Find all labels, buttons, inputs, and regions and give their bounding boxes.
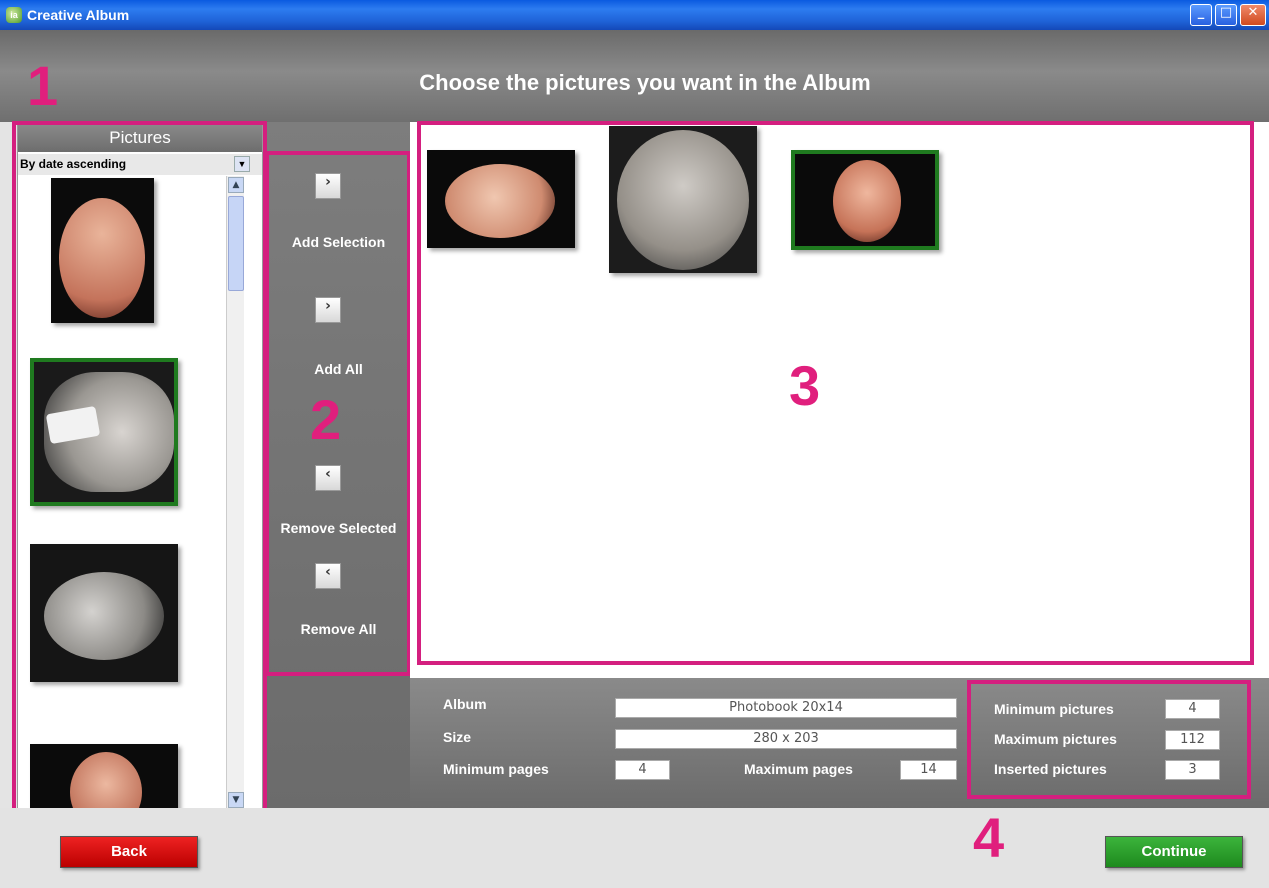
picture-thumbnail[interactable] <box>30 744 178 809</box>
album-value: Photobook 20x14 <box>615 698 957 718</box>
album-label: Album <box>443 696 487 712</box>
creative-album-window: ia Creative Album _ □ ✕ Choose the pictu… <box>0 0 1269 888</box>
chevron-down-icon[interactable]: ▼ <box>234 156 250 172</box>
page-title: Choose the pictures you want in the Albu… <box>419 70 871 95</box>
album-picture-thumbnail-selected[interactable] <box>791 150 939 250</box>
header-bar: Choose the pictures you want in the Albu… <box>0 30 1269 122</box>
close-button[interactable]: ✕ <box>1240 4 1266 26</box>
maximum-pages-label: Maximum pages <box>744 761 853 777</box>
maximum-pictures-label: Maximum pictures <box>994 731 1117 747</box>
album-info-bar: Album Photobook 20x14 Size 280 x 203 Min… <box>410 678 1269 808</box>
album-picture-thumbnail[interactable] <box>609 126 757 273</box>
title-bar[interactable]: ia Creative Album _ □ ✕ <box>0 0 1269 30</box>
remove-selected-button[interactable]: ‹ <box>315 465 341 491</box>
pictures-header: Pictures <box>18 124 262 152</box>
remove-selected-label: Remove Selected <box>280 520 397 536</box>
minimum-pages-label: Minimum pages <box>443 761 549 777</box>
maximum-pictures-value: 112 <box>1165 730 1220 750</box>
inserted-pictures-label: Inserted pictures <box>994 761 1107 777</box>
remove-all-label: Remove All <box>300 621 377 637</box>
scroll-down-icon[interactable]: ▼ <box>228 792 244 808</box>
window-title: Creative Album <box>27 7 130 23</box>
album-pictures-area[interactable] <box>410 122 1269 678</box>
sort-order-dropdown[interactable]: By date ascending ▼ <box>18 154 262 175</box>
pictures-panel: Pictures By date ascending ▼ ▲ ▼ <box>17 123 263 810</box>
scroll-up-icon[interactable]: ▲ <box>228 177 244 193</box>
add-selection-label: Add Selection <box>291 234 386 250</box>
pictures-scrollbar[interactable]: ▲ ▼ <box>226 176 244 809</box>
picture-thumbnail-selected[interactable] <box>30 358 178 506</box>
size-label: Size <box>443 729 472 745</box>
marker-1: 1 <box>27 54 59 117</box>
minimum-pictures-label: Minimum pictures <box>994 701 1114 717</box>
app-logo-icon: ia <box>6 7 22 23</box>
size-value: 280 x 203 <box>615 729 957 749</box>
maximize-button[interactable]: □ <box>1215 4 1237 26</box>
sort-order-value: By date ascending <box>20 157 127 171</box>
add-all-button[interactable]: › <box>315 297 341 323</box>
minimum-pages-value: 4 <box>615 760 670 780</box>
minimum-pictures-value: 4 <box>1165 699 1220 719</box>
scrollbar-thumb[interactable] <box>228 196 244 291</box>
actions-panel: › Add Selection › Add All ‹ Remove Selec… <box>267 122 410 810</box>
inserted-pictures-value: 3 <box>1165 760 1220 780</box>
maximum-pages-value: 14 <box>900 760 957 780</box>
continue-button[interactable]: Continue <box>1105 836 1243 868</box>
marker-2: 2 <box>310 388 342 451</box>
picture-thumbnail[interactable] <box>30 544 178 682</box>
marker-4: 4 <box>973 806 1005 869</box>
remove-all-button[interactable]: ‹ <box>315 563 341 589</box>
add-selection-button[interactable]: › <box>315 173 341 199</box>
album-picture-thumbnail[interactable] <box>427 150 575 248</box>
add-all-label: Add All <box>314 361 363 377</box>
marker-3: 3 <box>789 354 821 417</box>
picture-thumbnail[interactable] <box>51 178 154 323</box>
minimize-button[interactable]: _ <box>1190 4 1212 26</box>
back-button[interactable]: Back <box>60 836 198 868</box>
